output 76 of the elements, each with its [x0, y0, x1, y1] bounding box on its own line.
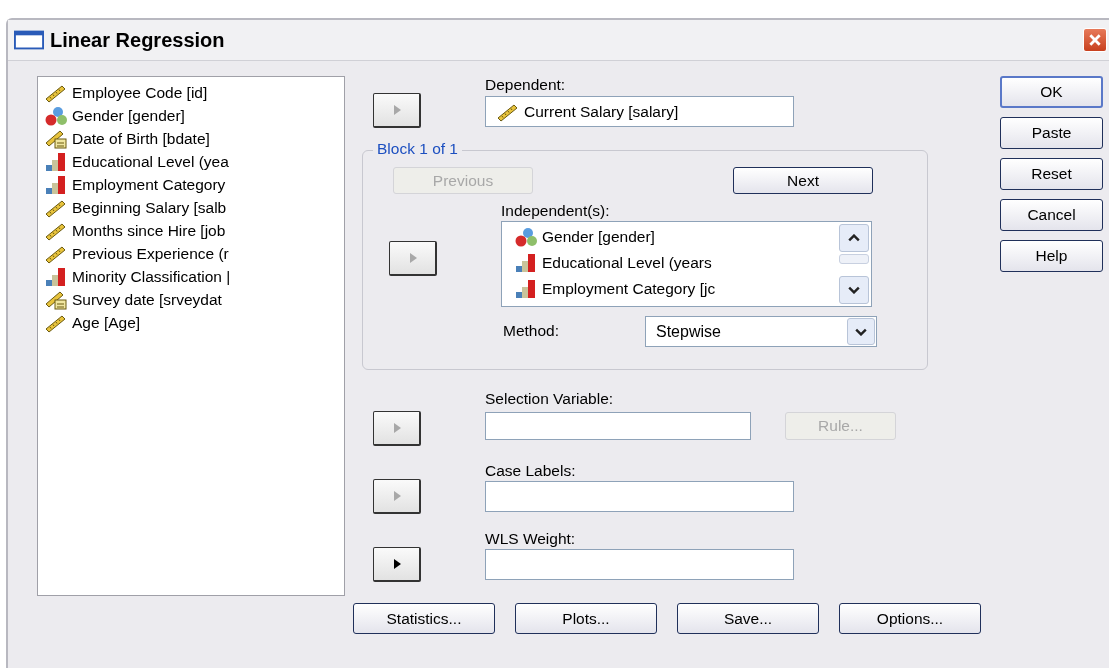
scrollbar[interactable] — [837, 222, 871, 306]
variable-item[interactable]: Gender [gender] — [514, 224, 837, 250]
variable-label: Educational Level (yea — [72, 152, 229, 171]
variable-label: Age [Age] — [72, 313, 141, 332]
move-arrow-button[interactable] — [373, 547, 421, 582]
variable-label: Employee Code [id] — [72, 83, 208, 102]
triangle-icon — [391, 104, 402, 116]
variable-label: Months since Hire [job — [72, 221, 226, 240]
variable-label: Gender [gender] — [542, 228, 655, 246]
triangle-icon — [391, 490, 402, 502]
dialog-button[interactable]: Help — [1000, 240, 1103, 272]
variable-item[interactable]: Employment Category — [44, 173, 344, 196]
dialog-button[interactable]: Cancel — [1000, 199, 1103, 231]
ruler-calendar-icon — [44, 128, 68, 149]
variable-label: Previous Experience (r — [72, 244, 229, 263]
bar-chart-icon — [44, 174, 68, 195]
dialog-button[interactable]: Plots... — [515, 603, 657, 634]
variable-label: Beginning Salary [salb — [72, 198, 227, 217]
variable-item[interactable]: Gender [gender] — [44, 104, 344, 127]
scroll-thumb[interactable] — [839, 254, 869, 264]
variable-item[interactable]: Date of Birth [bdate] — [44, 127, 344, 150]
triangle-icon — [391, 422, 402, 434]
bar-chart-icon — [514, 279, 538, 299]
window-icon — [14, 30, 44, 50]
variable-label: Minority Classification | — [72, 267, 231, 286]
field-label: Independent(s): — [501, 202, 611, 221]
dialog-button[interactable]: Save... — [677, 603, 819, 634]
variable-item[interactable]: Educational Level (years — [514, 250, 837, 276]
triangle-icon — [391, 558, 402, 570]
variable-label: Current Salary [salary] — [524, 102, 679, 121]
variable-item[interactable]: Educational Level (yea — [44, 150, 344, 173]
dialog-button[interactable]: Options... — [839, 603, 981, 634]
close-icon — [1088, 33, 1102, 47]
chevron-down-icon — [855, 327, 867, 336]
dialog-button[interactable]: OK — [1000, 76, 1103, 108]
field-label: Selection Variable: — [485, 390, 615, 409]
bar-chart-icon — [514, 253, 538, 273]
method-dropdown[interactable]: Stepwise — [645, 316, 877, 347]
variable-item[interactable]: Previous Experience (r — [44, 242, 344, 265]
selection-variable-field[interactable] — [485, 412, 751, 440]
chevron-down-icon — [848, 286, 860, 294]
variable-item[interactable]: Age [Age] — [44, 311, 344, 334]
variable-item[interactable]: Beginning Salary [salb — [44, 196, 344, 219]
bar-chart-icon — [44, 266, 68, 287]
variable-item[interactable]: Minority Classification | — [44, 265, 344, 288]
chevron-up-icon — [848, 234, 860, 242]
field-label: Dependent: — [485, 76, 567, 95]
variable-label: Employment Category [jc — [542, 280, 716, 298]
dependent-field[interactable]: Current Salary [salary] — [485, 96, 794, 127]
dialog-button[interactable]: Paste — [1000, 117, 1103, 149]
field-label: WLS Weight: — [485, 530, 577, 549]
field-label: Case Labels: — [485, 462, 577, 481]
variable-item[interactable]: Months since Hire [job — [44, 219, 344, 242]
window-title: Linear Regression — [50, 28, 226, 52]
variable-list[interactable] — [37, 76, 345, 596]
variable-item[interactable]: Employee Code [id] — [44, 81, 344, 104]
variable-item[interactable]: Survey date [srveydat — [44, 288, 344, 311]
variable-label: Employment Category — [72, 175, 226, 194]
independents-list[interactable]: Gender [gender] Educational Level (years Employment Category [jc — [501, 221, 872, 307]
variable-item[interactable]: Employment Category [jc — [514, 276, 837, 302]
bar-chart-icon — [44, 151, 68, 172]
variable-label: Gender [gender] — [72, 106, 185, 125]
triangle-icon — [407, 252, 418, 264]
variable-label: Survey date [srveydat — [72, 290, 222, 309]
circles-icon — [44, 105, 68, 126]
field-label: Method: — [503, 322, 560, 341]
circles-icon — [514, 227, 538, 247]
variable-label: Educational Level (years — [542, 254, 712, 272]
dialog-button[interactable]: Reset — [1000, 158, 1103, 190]
close-button[interactable] — [1083, 28, 1107, 52]
case-labels-field[interactable] — [485, 481, 794, 512]
variable-label: Date of Birth [bdate] — [72, 129, 210, 148]
wls-weight-field[interactable] — [485, 549, 794, 580]
dialog-button[interactable]: Statistics... — [353, 603, 495, 634]
ruler-calendar-icon — [44, 289, 68, 310]
next-button[interactable]: Next — [733, 167, 873, 194]
